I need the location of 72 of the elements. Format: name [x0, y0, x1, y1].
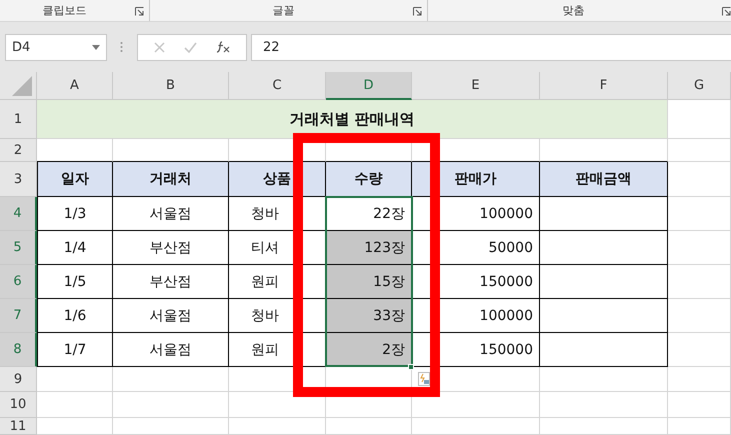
- ribbon-group-label: 맞춤: [562, 3, 584, 18]
- empty-cell: [668, 418, 731, 435]
- row-header[interactable]: 6: [0, 265, 37, 299]
- fill-handle[interactable]: [408, 364, 414, 370]
- insert-function-icon[interactable]: [216, 41, 230, 53]
- table-cell: 150000: [412, 333, 540, 367]
- row-header[interactable]: 5: [0, 231, 37, 265]
- table-cell: 100000: [412, 197, 540, 231]
- empty-cell: [668, 333, 731, 367]
- table-cell: 부산점: [113, 231, 229, 265]
- table-cell: 1/3: [37, 197, 113, 231]
- table-cell: 청바: [229, 197, 326, 231]
- table-cell: 100000: [412, 299, 540, 333]
- table-cell: 2장: [326, 333, 412, 367]
- column-header[interactable]: E: [412, 72, 540, 100]
- table-cell: 서울점: [113, 333, 229, 367]
- empty-cell: [668, 265, 731, 299]
- row-header[interactable]: 4: [0, 197, 37, 231]
- table-cell: 33장: [326, 299, 412, 333]
- empty-cell: [668, 139, 731, 162]
- table-header-cell: 판매금액: [540, 162, 668, 197]
- row-header[interactable]: 2: [0, 139, 37, 162]
- row-header[interactable]: 10: [0, 392, 37, 418]
- empty-cell: [668, 231, 731, 265]
- empty-cell: [668, 299, 731, 333]
- table-cell: 1/4: [37, 231, 113, 265]
- table-cell: 서울점: [113, 197, 229, 231]
- dialog-launcher-icon[interactable]: [135, 7, 144, 16]
- table-cell: 15장: [326, 265, 412, 299]
- column-header[interactable]: B: [113, 72, 229, 100]
- table-cell: 150000: [412, 265, 540, 299]
- dialog-launcher-icon[interactable]: [722, 7, 731, 16]
- table-header-cell: 거래처: [113, 162, 229, 197]
- ribbon-group-label: 클립보드: [42, 3, 86, 18]
- formula-input[interactable]: 22: [251, 34, 731, 60]
- column-header[interactable]: F: [540, 72, 668, 100]
- table-cell: 청바: [229, 299, 326, 333]
- table-cell: 1/7: [37, 333, 113, 367]
- column-header[interactable]: D: [326, 72, 412, 100]
- table-header-cell: 일자: [37, 162, 113, 197]
- table-cell: 123장: [326, 231, 412, 265]
- empty-cell: [668, 367, 731, 392]
- dialog-launcher-icon[interactable]: [413, 7, 422, 16]
- table-header-cell: 수량: [326, 162, 412, 197]
- column-header[interactable]: G: [668, 72, 731, 100]
- row-header[interactable]: 3: [0, 162, 37, 197]
- table-cell: 1/6: [37, 299, 113, 333]
- table-header-cell: 판매가: [412, 162, 540, 197]
- check-icon[interactable]: [184, 42, 197, 52]
- table-cell: 티셔: [229, 231, 326, 265]
- quick-analysis-icon[interactable]: [418, 372, 430, 386]
- table-cell: 원피: [229, 265, 326, 299]
- row-header[interactable]: 9: [0, 367, 37, 392]
- row-header[interactable]: 7: [0, 299, 37, 333]
- dropdown-caret-icon[interactable]: [92, 44, 100, 50]
- grip-icon: [120, 41, 123, 53]
- name-box[interactable]: D4: [5, 34, 107, 60]
- table-cell: 서울점: [113, 299, 229, 333]
- row-header[interactable]: 1: [0, 100, 37, 139]
- row-header[interactable]: 11: [0, 418, 37, 435]
- ribbon-group-label: 글꼴: [272, 3, 294, 18]
- column-header[interactable]: A: [37, 72, 113, 100]
- row-header[interactable]: 8: [0, 333, 37, 367]
- title-cell: 거래처별 판매내역: [37, 100, 668, 139]
- empty-cell: [668, 392, 731, 418]
- column-header[interactable]: C: [229, 72, 326, 100]
- table-cell: 50000: [412, 231, 540, 265]
- table-header-cell: 상품: [229, 162, 326, 197]
- table-cell: 원피: [229, 333, 326, 367]
- table-cell: 부산점: [113, 265, 229, 299]
- table-cell: 1/5: [37, 265, 113, 299]
- empty-cell: [668, 197, 731, 231]
